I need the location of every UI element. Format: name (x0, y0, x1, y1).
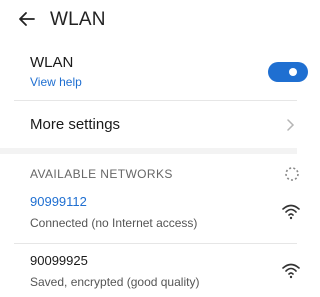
arrow-left-icon[interactable] (16, 8, 38, 30)
network-ssid: 90099925 (30, 253, 88, 268)
network-item[interactable]: 90099925 Saved, encrypted (good quality) (0, 247, 300, 297)
more-settings-row[interactable]: More settings (0, 104, 297, 144)
section-gap (0, 148, 297, 154)
wifi-signal-icon (282, 204, 300, 220)
wifi-signal-icon (282, 263, 300, 279)
wlan-toggle-row[interactable]: WLAN View help (0, 46, 308, 98)
network-item[interactable]: 90999112 Connected (no Internet access) (0, 188, 300, 238)
scanning-spinner-icon (285, 167, 299, 181)
divider (14, 100, 297, 101)
network-ssid: 90999112 (30, 194, 87, 209)
wlan-label: WLAN (30, 54, 74, 71)
available-networks-header: AVAILABLE NETWORKS (30, 167, 173, 181)
wlan-switch-knob (289, 68, 297, 76)
more-settings-label: More settings (30, 116, 121, 133)
chevron-right-icon (287, 119, 295, 131)
page-title: WLAN (50, 9, 106, 30)
header-bar: WLAN (0, 0, 297, 40)
network-status: Saved, encrypted (good quality) (30, 275, 200, 289)
wlan-switch[interactable] (268, 62, 308, 82)
divider (14, 243, 297, 244)
network-status: Connected (no Internet access) (30, 216, 198, 230)
view-help-link[interactable]: View help (30, 75, 82, 89)
